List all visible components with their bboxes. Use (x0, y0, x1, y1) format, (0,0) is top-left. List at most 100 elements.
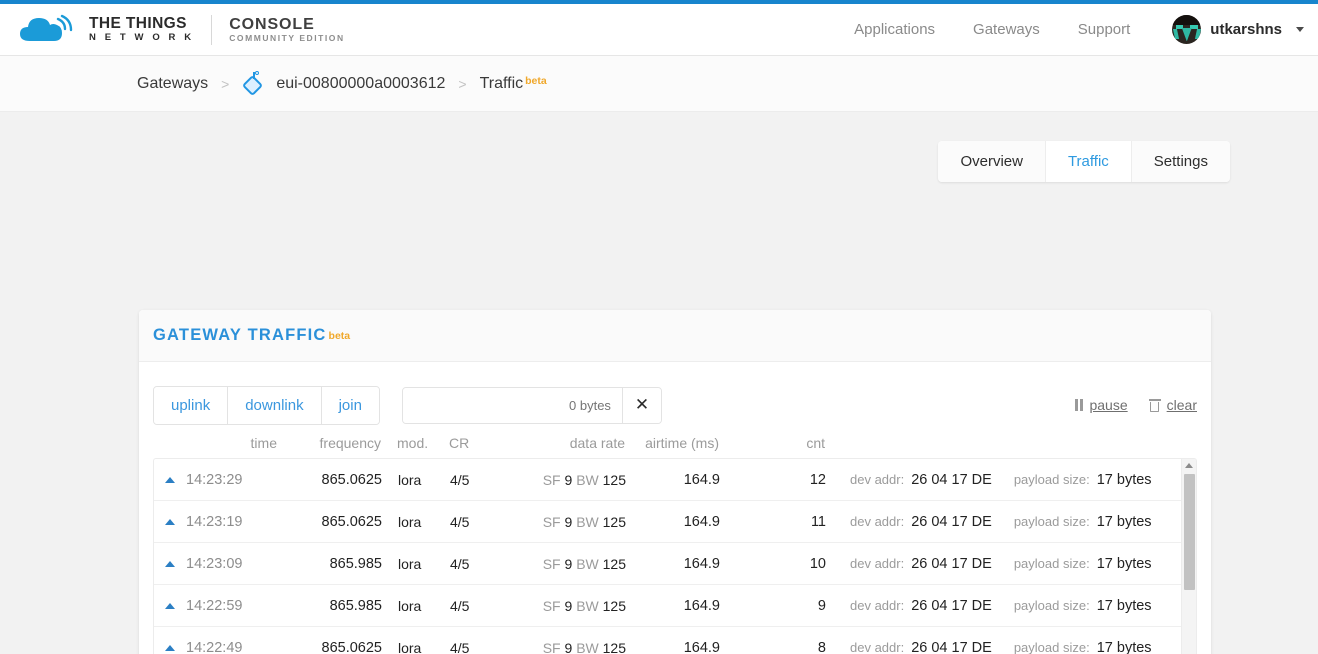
table-scrollbar[interactable] (1181, 459, 1196, 654)
cell-cr: 4/5 (450, 471, 470, 488)
cell-airtime: 164.9 (683, 597, 720, 614)
cell-data-rate: SF 9 BW 125 (508, 640, 634, 654)
payload-size-label: payload size: (1013, 555, 1090, 571)
cell-payload-size: payload size: 17 bytes (1014, 472, 1152, 488)
breadcrumb-gateway-label: eui-00800000a0003612 (276, 74, 446, 92)
uplink-arrow-icon (154, 518, 186, 525)
user-avatar (1172, 15, 1202, 44)
cell-payload-size: payload size: 17 bytes (1014, 598, 1152, 614)
sf-value: 9 (564, 513, 573, 530)
cell-frequency: 865.985 (329, 597, 382, 614)
tab-settings[interactable]: Settings (1131, 141, 1230, 182)
clear-button[interactable]: clear (1148, 397, 1197, 413)
column-header-mod: mod. (397, 435, 429, 451)
section-tabs: Overview Traffic Settings (938, 141, 1230, 182)
panel-header: GATEWAY TRAFFIC beta (139, 310, 1211, 362)
traffic-table: 14:23:29 865.0625 lora 4/5 SF 9 BW 125 164.9 1… (153, 458, 1197, 654)
cell-time: 14:23:19 (186, 513, 243, 530)
table-row[interactable]: 14:22:49 865.0625 lora 4/5 SF 9 BW 125 164.9 8… (154, 627, 1196, 654)
traffic-controls: uplink downlink join ✕ pause (153, 384, 1197, 426)
tab-overview[interactable]: Overview (938, 141, 1046, 182)
cell-data-rate: SF 9 BW 125 (508, 514, 634, 530)
search-input[interactable] (402, 387, 622, 423)
cell-frequency: 865.0625 (321, 471, 382, 488)
pause-icon (1075, 399, 1084, 411)
cell-dev-addr: dev addr: 26 04 17 DE (850, 472, 992, 488)
page-content: Overview Traffic Settings GATEWAY TRAFFI… (0, 112, 1318, 654)
cell-cr: 4/5 (450, 555, 470, 572)
cell-time: 14:23:29 (186, 471, 243, 488)
table-row[interactable]: 14:23:19 865.0625 lora 4/5 SF 9 BW 125 164.9 1… (154, 501, 1196, 543)
pause-label: pause (1089, 397, 1128, 413)
filter-button-group: uplink downlink join (153, 385, 380, 425)
search-box: ✕ (401, 386, 662, 424)
page-title: GATEWAY TRAFFIC (153, 326, 327, 344)
payload-size-value: 17 bytes (1096, 639, 1152, 654)
chevron-down-icon (1296, 27, 1304, 32)
nav-item-applications[interactable]: Applications (854, 21, 935, 38)
payload-size-value: 17 bytes (1096, 471, 1152, 488)
cell-cr: 4/5 (450, 639, 470, 654)
cell-cnt: 11 (810, 513, 826, 530)
scrollbar-thumb[interactable] (1184, 474, 1195, 590)
payload-size-label: payload size: (1013, 513, 1090, 529)
trash-icon (1148, 398, 1161, 412)
cell-data-rate: SF 9 BW 125 (508, 472, 634, 488)
cell-dev-addr: dev addr: 26 04 17 DE (850, 514, 992, 530)
nav-item-support[interactable]: Support (1078, 21, 1131, 38)
sf-value: 9 (564, 597, 573, 614)
column-header-cr: CR (449, 435, 470, 451)
table-header: time frequency mod. CR data rate airtime… (153, 426, 1197, 454)
table-row[interactable]: 14:23:09 865.985 lora 4/5 SF 9 BW 125 164.9 10… (154, 543, 1196, 585)
pause-button[interactable]: pause (1075, 397, 1128, 413)
cell-frequency: 865.0625 (321, 513, 382, 530)
cell-time: 14:23:09 (186, 555, 243, 572)
nav-item-gateways[interactable]: Gateways (973, 21, 1040, 38)
bw-label: BW (576, 597, 599, 614)
cell-mod: lora (398, 513, 422, 530)
dev-addr-label: dev addr: (850, 555, 905, 571)
filter-downlink-button[interactable]: downlink (228, 386, 322, 424)
breadcrumb-item-traffic[interactable]: Traffic beta (480, 75, 547, 93)
cell-mod: lora (398, 555, 422, 572)
cell-cnt: 8 (817, 639, 826, 654)
breadcrumb-item-gateway[interactable]: eui-00800000a0003612 (242, 70, 446, 97)
uplink-arrow-icon (154, 602, 186, 609)
user-menu[interactable]: utkarshns (1172, 15, 1304, 44)
sf-label: SF (542, 471, 561, 488)
stream-controls: pause clear (1075, 397, 1197, 413)
sf-label: SF (542, 639, 561, 654)
cell-dev-addr: dev addr: 26 04 17 DE (850, 598, 992, 614)
product-line-1: CONSOLE (229, 16, 315, 34)
bw-value: 125 (602, 597, 626, 614)
dev-addr-label: dev addr: (850, 639, 905, 654)
cell-cnt: 10 (809, 555, 826, 572)
bw-label: BW (576, 513, 599, 530)
payload-size-label: payload size: (1013, 471, 1090, 487)
bw-value: 125 (602, 471, 626, 488)
cell-cnt: 12 (809, 471, 826, 488)
cell-data-rate: SF 9 BW 125 (508, 598, 634, 614)
clear-search-button[interactable]: ✕ (621, 387, 661, 423)
sf-value: 9 (564, 471, 573, 488)
gateway-icon (242, 70, 268, 97)
column-header-time: time (250, 435, 277, 451)
breadcrumb-item-gateways[interactable]: Gateways (137, 75, 208, 93)
brand-line-1: THE THINGS (89, 15, 187, 33)
cell-dev-addr: dev addr: 26 04 17 DE (850, 556, 992, 572)
dev-addr-label: dev addr: (850, 471, 905, 487)
cell-time: 14:22:49 (186, 639, 243, 654)
tab-traffic[interactable]: Traffic (1045, 141, 1132, 182)
breadcrumb-separator-2: > (458, 75, 467, 92)
brand-line-2: N E T W O R K (89, 31, 195, 43)
table-row[interactable]: 14:22:59 865.985 lora 4/5 SF 9 BW 125 164.9 9 d… (154, 585, 1196, 627)
payload-size-value: 17 bytes (1096, 555, 1152, 572)
filter-uplink-button[interactable]: uplink (154, 386, 229, 424)
scroll-up-icon[interactable] (1185, 463, 1193, 468)
cell-payload-size: payload size: 17 bytes (1014, 514, 1152, 530)
dev-addr-value: 26 04 17 DE (911, 639, 992, 654)
brand-logo[interactable]: THE THINGS N E T W O R K CONSOLE COMMUNI… (18, 13, 345, 47)
payload-size-value: 17 bytes (1096, 513, 1152, 530)
table-row[interactable]: 14:23:29 865.0625 lora 4/5 SF 9 BW 125 164.9 1… (154, 459, 1196, 501)
filter-join-button[interactable]: join (321, 386, 379, 424)
